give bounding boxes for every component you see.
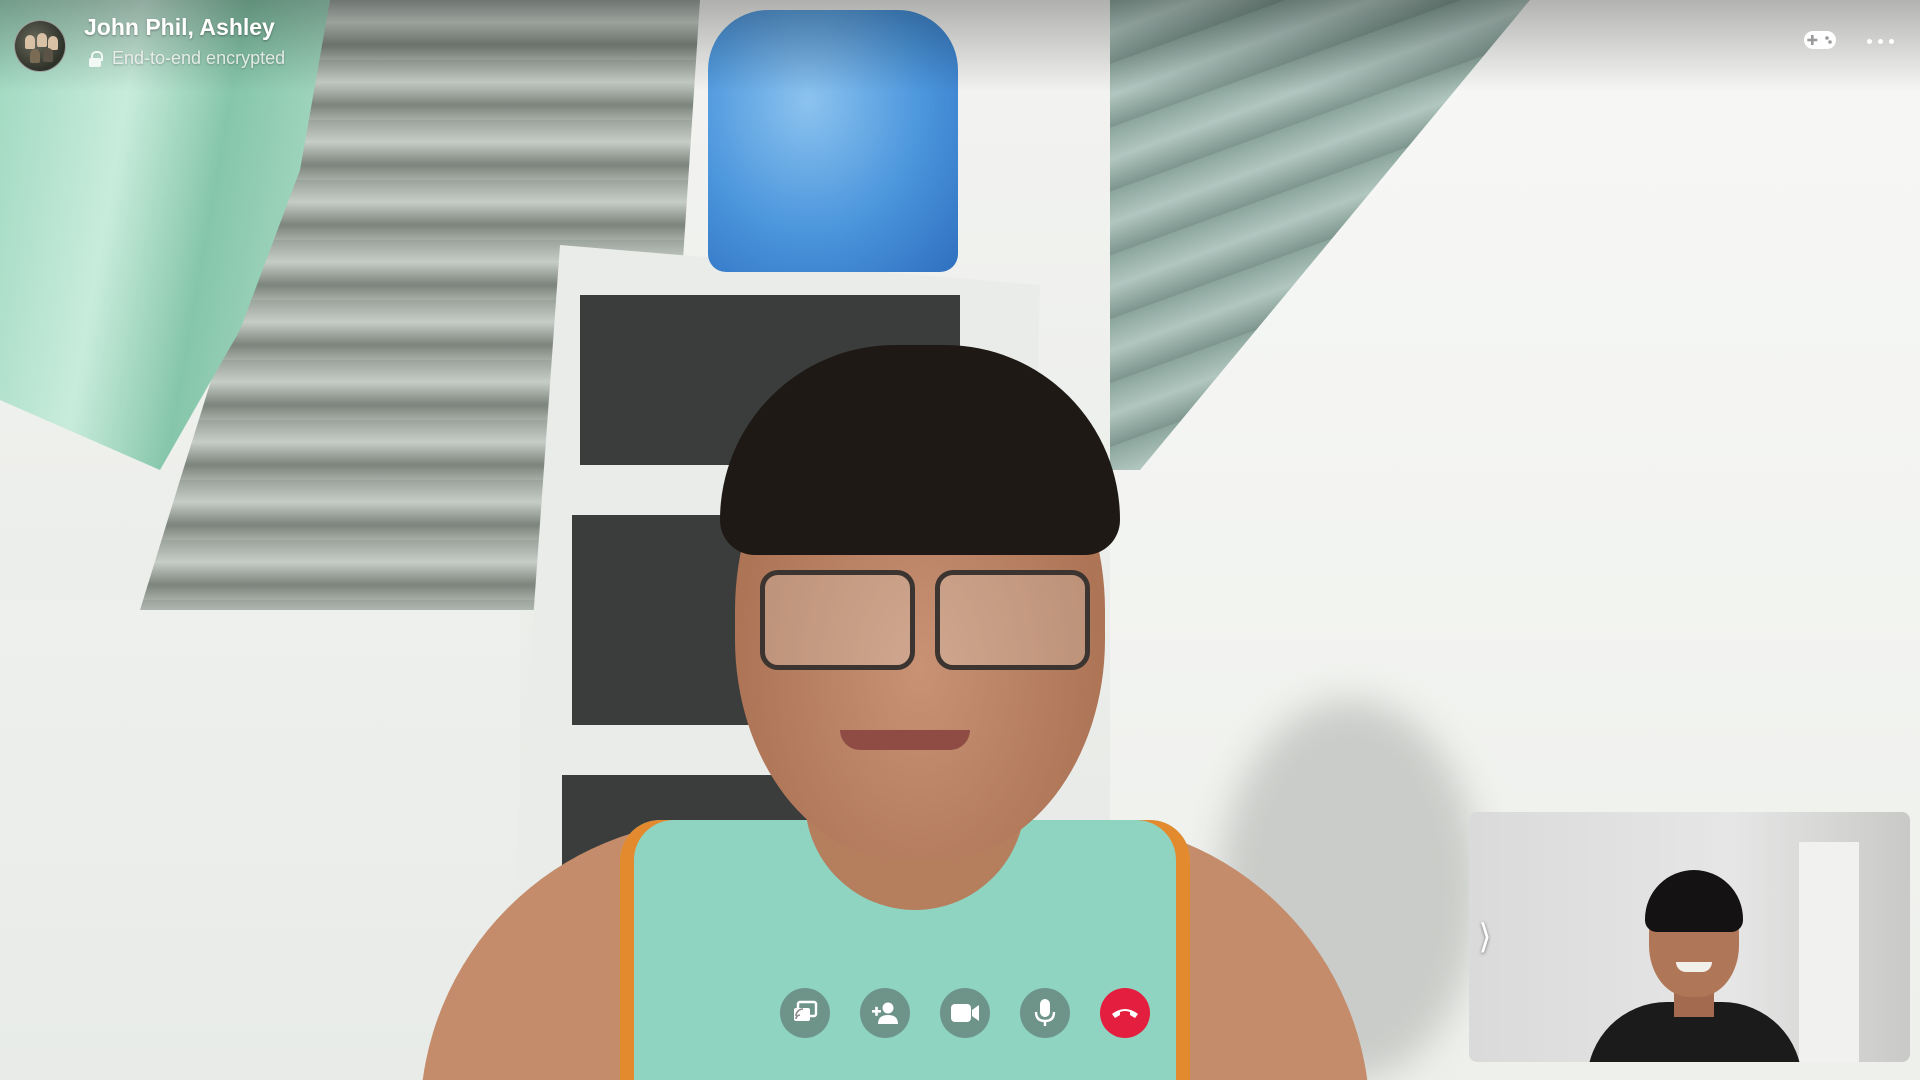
collapse-self-view-button[interactable]: ⟩ — [1473, 917, 1497, 961]
encryption-label: End-to-end encrypted — [112, 48, 286, 68]
share-screen-button[interactable] — [780, 988, 830, 1038]
self-video-preview[interactable]: ⟩ — [1469, 812, 1910, 1062]
chevron-right-icon: ⟩ — [1478, 918, 1492, 956]
video-camera-icon — [951, 1004, 979, 1022]
game-controller-button[interactable] — [1800, 24, 1840, 56]
encryption-status: End-to-end encrypted — [88, 48, 285, 69]
screen-share-icon — [794, 1000, 818, 1021]
hang-up-icon — [1112, 1009, 1138, 1018]
more-options-button[interactable] — [1860, 24, 1900, 56]
group-avatar[interactable] — [14, 20, 66, 72]
end-call-button[interactable] — [1100, 988, 1150, 1038]
participants-title: John Phil, Ashley — [84, 14, 275, 40]
call-header: John Phil, Ashley End-to-end encrypted — [0, 0, 1920, 92]
microphone-icon — [1034, 999, 1056, 1026]
mic-toggle-button[interactable] — [1020, 988, 1070, 1038]
add-people-button[interactable] — [860, 988, 910, 1038]
camera-toggle-button[interactable] — [940, 988, 990, 1038]
lock-icon — [88, 50, 103, 67]
more-options-icon — [1864, 31, 1897, 49]
game-controller-icon — [1804, 31, 1836, 49]
add-person-icon — [872, 1002, 898, 1024]
call-controls — [780, 988, 1150, 1038]
